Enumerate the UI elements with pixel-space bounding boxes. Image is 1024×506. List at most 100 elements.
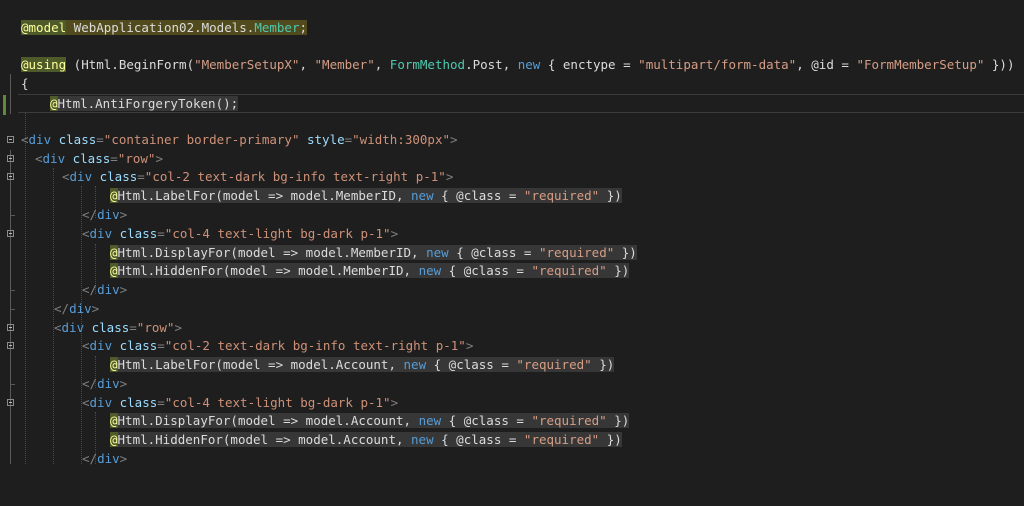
code-text: (Html.BeginForm( (66, 57, 195, 72)
tag-bracket: > (91, 301, 100, 316)
code-text: { @class = (426, 357, 517, 372)
attribute-name: class (84, 320, 130, 335)
attribute-name: style (299, 132, 345, 147)
code-line[interactable]: <div class="col-4 text-light bg-dark p-1… (0, 394, 1024, 413)
tag-name: div (97, 376, 120, 391)
tag-bracket: </ (82, 376, 98, 391)
code-line[interactable]: </div> (0, 281, 1024, 300)
code-text: Html.HiddenFor(model => model.MemberID, (117, 263, 419, 278)
code-line[interactable]: @model WebApplication02.Models.Member; (0, 19, 1024, 38)
code-text: , (299, 57, 315, 72)
attribute-value: "col-2 text-dark bg-info text-right p-1" (144, 169, 446, 184)
fold-collapse-icon[interactable] (7, 173, 14, 180)
code-line[interactable]: </div> (0, 450, 1024, 469)
equals-sign: = (96, 132, 104, 147)
string-literal: "required" (516, 357, 592, 372)
string-literal: "required" (531, 413, 607, 428)
code-line[interactable]: { (0, 75, 1024, 94)
code-text: Html.HiddenFor(model => model.Account, (117, 432, 412, 447)
code-line[interactable]: @Html.DisplayFor(model => model.Account,… (0, 412, 1024, 431)
code-text: Html.DisplayFor(model => model.Account, (117, 413, 419, 428)
equals-sign: = (157, 395, 165, 410)
tag-bracket: > (119, 207, 128, 222)
tag-name: div (69, 169, 93, 184)
code-line[interactable]: <div class="row"> (0, 319, 1024, 338)
tag-name: div (89, 226, 113, 241)
razor-at: @ (110, 263, 118, 278)
tag-bracket: > (119, 376, 128, 391)
fold-collapse-icon[interactable] (7, 399, 14, 406)
code-line[interactable]: <div class="col-2 text-dark bg-info text… (0, 337, 1024, 356)
code-text: Html.AntiForgeryToken(); (57, 96, 239, 111)
fold-end-marker (10, 384, 15, 385)
attribute-value: "width:300px" (352, 132, 450, 147)
razor-at: @ (110, 413, 118, 428)
keyword: new (411, 188, 434, 203)
brace: { (21, 76, 29, 91)
code-line[interactable]: <div class="row"> (0, 150, 1024, 169)
string-literal: "required" (523, 432, 600, 447)
fold-collapse-icon[interactable] (7, 136, 14, 143)
tag-name: div (89, 395, 113, 410)
keyword: new (411, 432, 434, 447)
fold-collapse-icon[interactable] (7, 324, 14, 331)
code-line[interactable]: </div> (0, 300, 1024, 319)
code-line[interactable]: <div class="col-4 text-light bg-dark p-1… (0, 225, 1024, 244)
equals-sign: = (129, 320, 137, 335)
tag-bracket: > (174, 320, 182, 335)
current-code-line[interactable]: @Html.AntiForgeryToken(); (18, 94, 1024, 113)
tag-bracket: </ (82, 282, 98, 297)
tag-bracket: </ (82, 207, 98, 222)
tag-bracket: > (119, 282, 128, 297)
keyword: new (418, 413, 442, 428)
code-line[interactable]: @Html.HiddenFor(model => model.Account, … (0, 431, 1024, 450)
fold-collapse-icon[interactable] (7, 342, 14, 349)
code-line[interactable]: @Html.LabelFor(model => model.Account, n… (0, 356, 1024, 375)
attribute-name: class (92, 169, 138, 184)
code-line[interactable]: @using (Html.BeginForm("MemberSetupX", "… (0, 56, 1024, 75)
tag-name: div (97, 207, 120, 222)
razor-at: @ (110, 188, 118, 203)
code-editor[interactable]: @model WebApplication02.Models.Member; @… (0, 0, 1024, 466)
tag-bracket: > (465, 338, 474, 353)
tag-name: div (61, 320, 85, 335)
attribute-value: "row" (117, 151, 156, 166)
code-text: }) (606, 413, 630, 428)
string-literal: "MemberSetupX" (194, 57, 300, 72)
code-text: WebApplication02.Models. (66, 20, 255, 35)
tag-bracket: < (82, 395, 90, 410)
tag-bracket: > (390, 395, 399, 410)
razor-directive: @model (21, 20, 67, 35)
tag-bracket: < (35, 151, 43, 166)
tag-bracket: </ (54, 301, 70, 316)
tag-bracket: < (54, 320, 62, 335)
code-text: }) (606, 263, 630, 278)
tag-bracket: < (62, 169, 70, 184)
code-line[interactable]: <div class="col-2 text-dark bg-info text… (0, 168, 1024, 187)
fold-collapse-icon[interactable] (7, 155, 14, 162)
fold-collapse-icon[interactable] (7, 230, 14, 237)
attribute-value: "col-4 text-light bg-dark p-1" (164, 395, 391, 410)
code-text: ; (299, 20, 307, 35)
code-line[interactable]: @Html.LabelFor(model => model.MemberID, … (0, 187, 1024, 206)
code-line[interactable]: </div> (0, 206, 1024, 225)
string-literal: "required" (523, 188, 600, 203)
tag-bracket: > (445, 169, 454, 184)
tag-bracket: > (450, 132, 458, 147)
code-text: })) (984, 57, 1015, 72)
keyword: new (403, 357, 427, 372)
type-name: FormMethod (389, 57, 466, 72)
string-literal: "required" (538, 245, 615, 260)
code-text: { @class = (441, 263, 532, 278)
code-line[interactable]: </div> (0, 375, 1024, 394)
razor-at: @ (110, 357, 118, 372)
equals-sign: = (137, 169, 145, 184)
razor-at: @ (110, 245, 118, 260)
attribute-name: class (112, 395, 158, 410)
code-text: }) (599, 432, 622, 447)
code-line[interactable]: @Html.HiddenFor(model => model.MemberID,… (0, 262, 1024, 281)
code-text: { @class = (448, 245, 539, 260)
code-line[interactable]: <div class="container border-primary" st… (0, 131, 1024, 150)
tag-name: div (97, 282, 120, 297)
code-line[interactable]: @Html.DisplayFor(model => model.MemberID… (0, 244, 1024, 263)
